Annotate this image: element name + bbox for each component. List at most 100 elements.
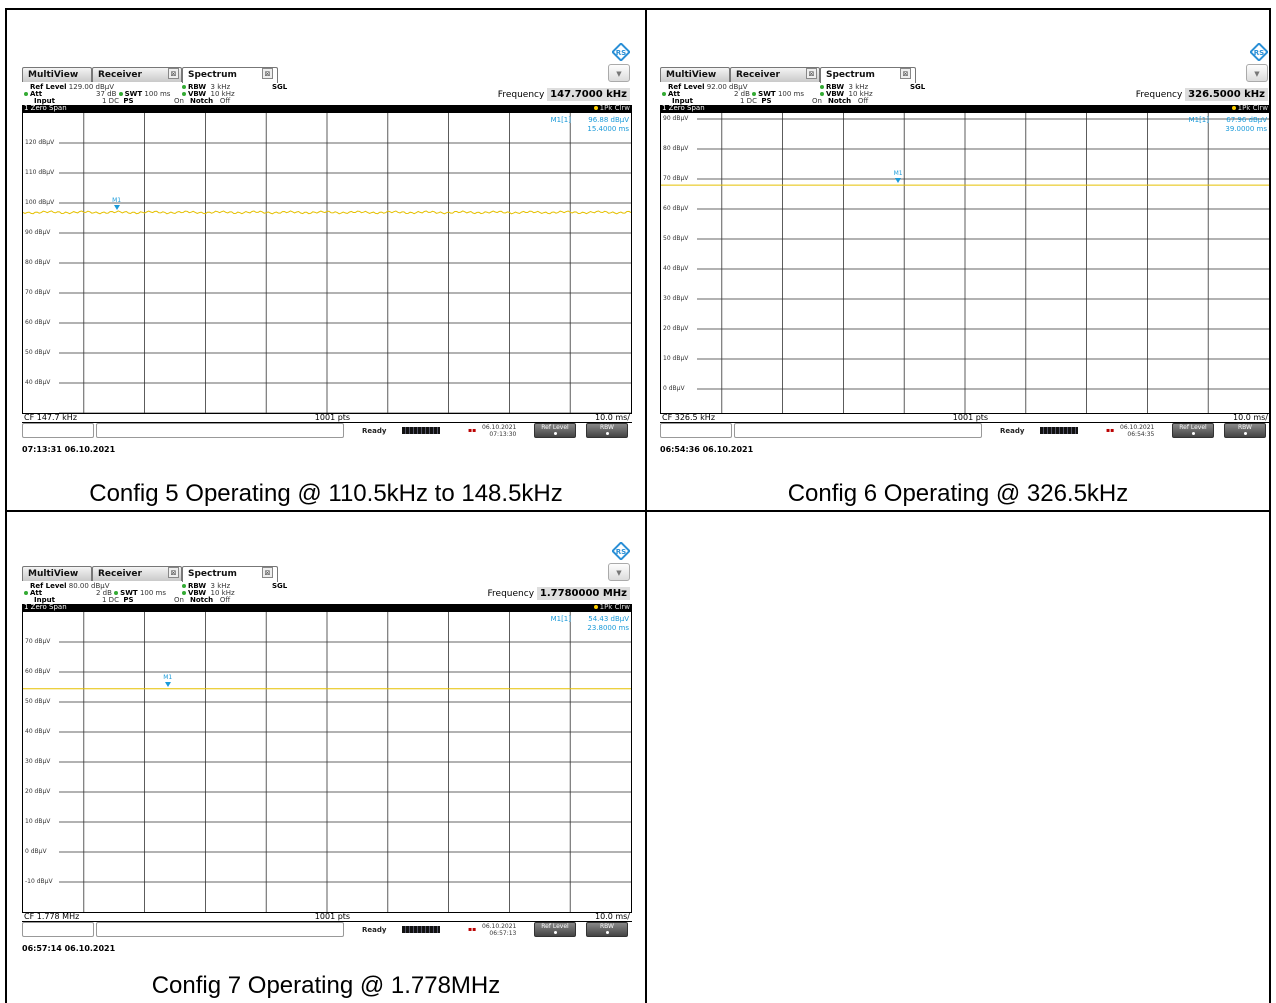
tab-multiview[interactable]: MultiView	[22, 67, 92, 82]
plot-svg	[23, 113, 631, 413]
zero-span-plot: 70 dBµV 60 dBµV 50 dBµV 40 dBµV 30 dBµV 20 dB…	[22, 611, 632, 913]
center-frequency-label: CF 326.5 kHz	[662, 413, 716, 422]
marker-m1[interactable]: M1	[162, 674, 174, 687]
y-tick-label: 40 dBµV	[25, 379, 51, 386]
zero-span-plot: 90 dBµV 80 dBµV 70 dBµV 60 dBµV 50 dBµV 40 dB…	[660, 112, 1270, 414]
status-ready: Ready	[1000, 427, 1025, 435]
marker-triangle-icon	[895, 178, 902, 184]
y-tick-label: 40 dBµV	[25, 728, 51, 735]
rbw-button[interactable]: RBW	[586, 922, 628, 937]
y-tick-label: 70 dBµV	[25, 289, 51, 296]
rbw-button[interactable]: RBW	[1224, 423, 1266, 438]
tab-multiview[interactable]: MultiView	[660, 67, 730, 82]
status-bar: Ready ▪▪ 06.10.2021 06:54:35 Ref Level R…	[660, 423, 1270, 441]
marker-readout: M1[1] 54.43 dBµV 23.8000 ms	[550, 615, 629, 632]
points-label: 1001 pts	[314, 912, 351, 921]
datetime-display: ▪▪ 06.10.2021 06:54:35	[1106, 424, 1155, 438]
analyzer-screenshot: RS ▼ MultiView Receiver ⊠ Spectrum ⊠ Ref…	[22, 43, 632, 454]
window-title-bar: 1 Zero Span 1Pk Clrw	[22, 603, 632, 611]
tab-multiview[interactable]: MultiView	[22, 566, 92, 581]
vbw-indicator-icon	[182, 92, 186, 96]
y-tick-label: 60 dBµV	[663, 205, 689, 212]
marker-triangle-icon	[164, 681, 171, 687]
swt-indicator-icon	[114, 591, 119, 595]
y-tick-label: 0 dBµV	[663, 385, 685, 392]
progress-bar	[402, 926, 440, 933]
vbw-indicator-icon	[182, 591, 186, 595]
trace-color-icon	[593, 106, 598, 110]
rbw-indicator-icon	[182, 85, 186, 89]
status-bar: Ready ▪▪ 06.10.2021 07:13:30 Ref Level R…	[22, 423, 632, 441]
y-tick-label: -10 dBµV	[25, 878, 53, 885]
y-tick-label: 110 dBµV	[25, 169, 55, 176]
center-frequency-label: CF 1.778 MHz	[24, 912, 80, 921]
plot-footer: CF 147.7 kHz 1001 pts 10.0 ms/	[22, 414, 632, 423]
time-per-div-label: 10.0 ms/	[594, 413, 630, 422]
ref-level-button[interactable]: Ref Level	[1172, 423, 1214, 438]
plot-svg	[661, 113, 1269, 413]
marker-readout: M1[1] 96.88 dBµV 15.4000 ms	[550, 116, 629, 133]
close-spectrum-tab-icon[interactable]: ⊠	[262, 68, 273, 79]
plot-footer: CF 326.5 kHz 1001 pts 10.0 ms/	[660, 414, 1270, 423]
status-field-left	[660, 423, 732, 438]
network-status-icon: ▪▪	[1106, 427, 1115, 434]
network-status-icon: ▪▪	[468, 427, 477, 434]
rbw-button[interactable]: RBW	[586, 423, 628, 438]
rbw-indicator-icon	[820, 85, 824, 89]
close-spectrum-tab-icon[interactable]: ⊠	[262, 567, 273, 578]
marker-m1[interactable]: M1	[892, 171, 904, 184]
plot-svg	[23, 612, 631, 912]
window-title-bar: 1 Zero Span 1Pk Clrw	[660, 104, 1270, 112]
frequency-display[interactable]: Frequency 147.7000 kHz	[498, 88, 630, 101]
y-tick-label: 90 dBµV	[25, 229, 51, 236]
status-field-left	[22, 423, 94, 438]
caption: Config 7 Operating @ 1.778MHz	[151, 972, 501, 999]
vbw-indicator-icon	[820, 92, 824, 96]
datetime-display: ▪▪ 06.10.2021 07:13:30	[468, 424, 517, 438]
close-receiver-tab-icon[interactable]: ⊠	[806, 68, 817, 79]
y-tick-label: 80 dBµV	[25, 259, 51, 266]
status-ready: Ready	[362, 926, 387, 934]
y-tick-label: 40 dBµV	[663, 265, 689, 272]
close-receiver-tab-icon[interactable]: ⊠	[168, 68, 179, 79]
ref-level-button[interactable]: Ref Level	[534, 423, 576, 438]
y-tick-label: 60 dBµV	[25, 319, 51, 326]
status-field-message	[96, 922, 344, 937]
y-tick-label: 0 dBµV	[25, 848, 47, 855]
tab-bar: MultiView Receiver ⊠ Spectrum ⊠	[22, 67, 632, 83]
table-cell-config6: RS ▼ MultiView Receiver ⊠ Spectrum ⊠ Ref…	[647, 10, 1270, 510]
y-tick-label: 20 dBµV	[25, 788, 51, 795]
plot-footer: CF 1.778 MHz 1001 pts 10.0 ms/	[22, 913, 632, 922]
analyzer-screenshot: RS ▼ MultiView Receiver ⊠ Spectrum ⊠ Ref…	[660, 43, 1270, 454]
marker-triangle-icon	[113, 205, 120, 211]
table-cell-config7: RS ▼ MultiView Receiver ⊠ Spectrum ⊠ Ref…	[7, 512, 645, 1003]
zero-span-plot: 120 dBµV 110 dBµV 100 dBµV 90 dBµV 80 dBµV 70…	[22, 112, 632, 414]
frequency-display[interactable]: Frequency 1.7780000 MHz	[488, 587, 630, 600]
table-cell-config5: RS ▼ MultiView Receiver ⊠ Spectrum ⊠ Ref…	[7, 10, 645, 510]
y-tick-label: 90 dBµV	[663, 115, 689, 122]
rohde-schwarz-logo-icon: RS	[1250, 43, 1268, 61]
close-spectrum-tab-icon[interactable]: ⊠	[900, 68, 911, 79]
y-tick-label: 30 dBµV	[25, 758, 51, 765]
att-indicator-icon	[662, 92, 666, 96]
frequency-display[interactable]: Frequency 326.5000 kHz	[1136, 88, 1268, 101]
points-label: 1001 pts	[314, 413, 351, 422]
caption: Config 5 Operating @ 110.5kHz to 148.5kH…	[89, 480, 563, 507]
y-tick-label: 120 dBµV	[25, 139, 55, 146]
rbw-indicator-icon	[182, 584, 186, 588]
datetime-display: ▪▪ 06.10.2021 06:57:13	[468, 923, 517, 937]
rohde-schwarz-logo-icon: RS	[612, 43, 630, 61]
status-ready: Ready	[362, 427, 387, 435]
svg-text:RS: RS	[616, 49, 626, 57]
close-receiver-tab-icon[interactable]: ⊠	[168, 567, 179, 578]
rohde-schwarz-logo-icon: RS	[612, 542, 630, 560]
marker-m1[interactable]: M1	[111, 198, 123, 211]
tab-bar: MultiView Receiver ⊠ Spectrum ⊠	[660, 67, 1270, 83]
time-per-div-label: 10.0 ms/	[594, 912, 630, 921]
att-indicator-icon	[24, 591, 28, 595]
caption: Config 6 Operating @ 326.5kHz	[787, 480, 1129, 507]
ref-level-button[interactable]: Ref Level	[534, 922, 576, 937]
swt-indicator-icon	[118, 92, 123, 96]
svg-text:RS: RS	[1254, 49, 1264, 57]
svg-text:RS: RS	[616, 548, 626, 556]
